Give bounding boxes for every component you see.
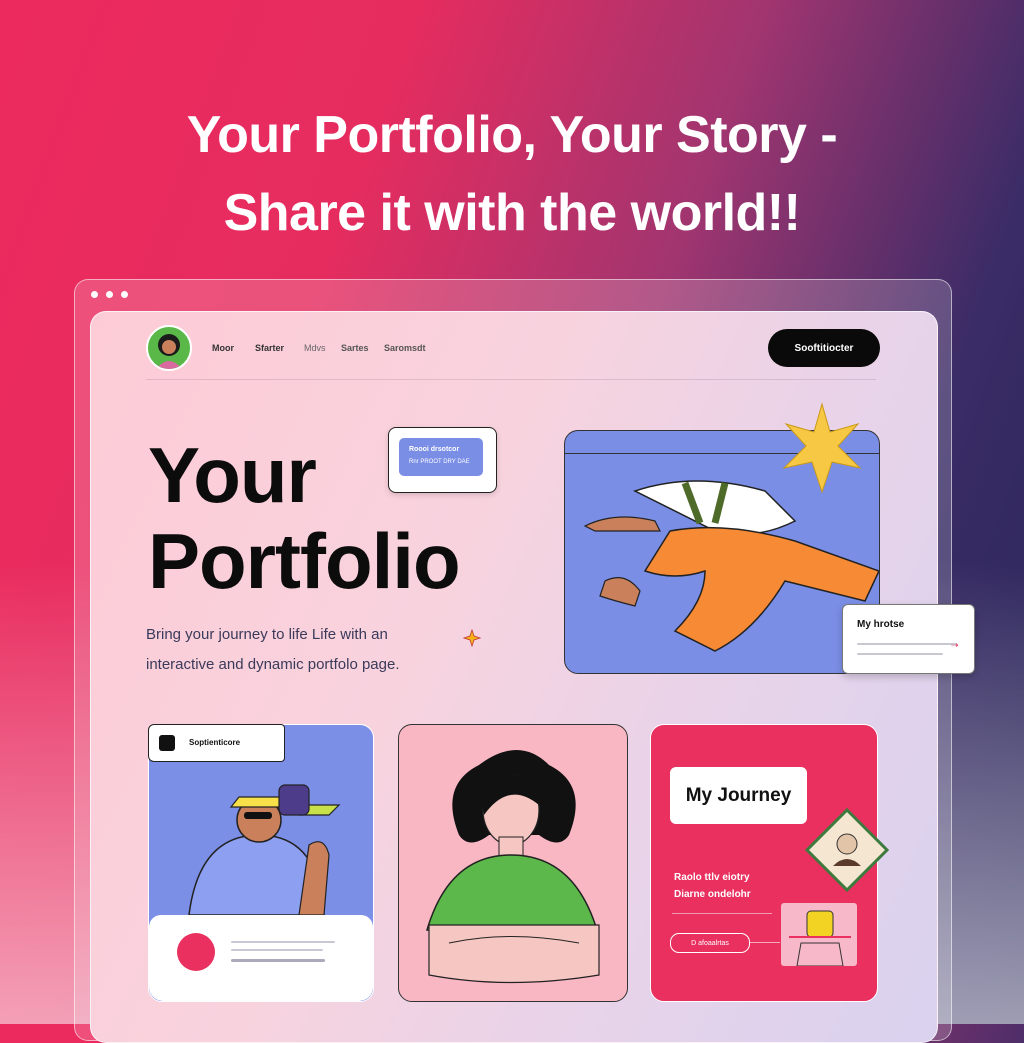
footer-line xyxy=(231,959,325,962)
card-3-pill-button[interactable]: D afoaalrtas xyxy=(670,933,750,953)
my-journey-button[interactable]: My Journey xyxy=(670,767,807,824)
nav-item-5[interactable]: Saromsdt xyxy=(384,343,426,353)
header-divider xyxy=(146,379,876,380)
card-1-tag[interactable]: Soptienticore xyxy=(148,724,285,762)
card-3-connector xyxy=(750,942,780,943)
headline: Your Portfolio, Your Story - Share it wi… xyxy=(0,96,1024,252)
window-dot[interactable] xyxy=(121,291,128,298)
floating-info-card-body: Roooi drsotcor Rnr PROOT DRY DAE xyxy=(399,438,483,476)
nav-item-4[interactable]: Sartes xyxy=(341,343,369,353)
nav-item-3[interactable]: Mdvs xyxy=(304,343,326,353)
header-cta-button[interactable]: Sooftitiocter xyxy=(768,329,880,367)
portfolio-card-1[interactable] xyxy=(148,724,374,1002)
window-controls xyxy=(91,291,128,298)
card-3-line-2: Diarne ondelohr xyxy=(674,889,751,900)
note-card[interactable]: My hrotse ⇢ xyxy=(842,604,975,674)
sun-icon xyxy=(782,402,862,494)
note-card-line xyxy=(857,653,943,655)
yellow-figure-illustration xyxy=(789,910,851,967)
card-1-footer xyxy=(149,915,373,1001)
headline-line-1: Your Portfolio, Your Story - xyxy=(186,106,838,164)
footer-line xyxy=(231,941,335,943)
footer-line xyxy=(231,949,323,951)
nav-item-1[interactable]: Moor xyxy=(212,343,234,353)
note-card-title: My hrotse xyxy=(857,619,905,630)
hero-description-line-2: interactive and dynamic portfolo page. xyxy=(146,656,400,673)
nav-item-2[interactable]: Sfarter xyxy=(255,343,284,353)
note-card-line xyxy=(857,643,957,645)
tag-square-icon xyxy=(159,735,175,751)
window-dot[interactable] xyxy=(91,291,98,298)
avatar[interactable] xyxy=(146,325,192,371)
card-1-tag-label: Soptienticore xyxy=(189,738,241,747)
hero-title-line-2: Portfolio xyxy=(148,517,461,605)
diamond-badge-icon xyxy=(805,808,889,892)
arrow-icon[interactable]: ⇢ xyxy=(951,640,959,651)
portfolio-card-2[interactable] xyxy=(398,724,628,1002)
curly-hair-person-illustration xyxy=(425,750,600,984)
floating-card-line-1: Roooi drsotcor xyxy=(409,446,460,453)
headline-line-2: Share it with the world!! xyxy=(223,184,801,242)
floating-info-card[interactable]: Roooi drsotcor Rnr PROOT DRY DAE xyxy=(388,427,497,493)
window-dot[interactable] xyxy=(106,291,113,298)
sparkle-icon xyxy=(463,629,481,647)
hero-description: Bring your journey to life Life with an … xyxy=(146,620,486,680)
card-3-divider xyxy=(672,913,772,914)
avatar-dot xyxy=(177,933,215,971)
hero-description-line-1: Bring your journey to life Life with an xyxy=(146,626,388,643)
card-3-line-1: Raolo ttlv eiotry xyxy=(674,872,750,883)
mini-portrait-card xyxy=(781,903,857,967)
floating-card-line-2: Rnr PROOT DRY DAE xyxy=(409,459,470,465)
avatar-illustration xyxy=(156,334,182,369)
